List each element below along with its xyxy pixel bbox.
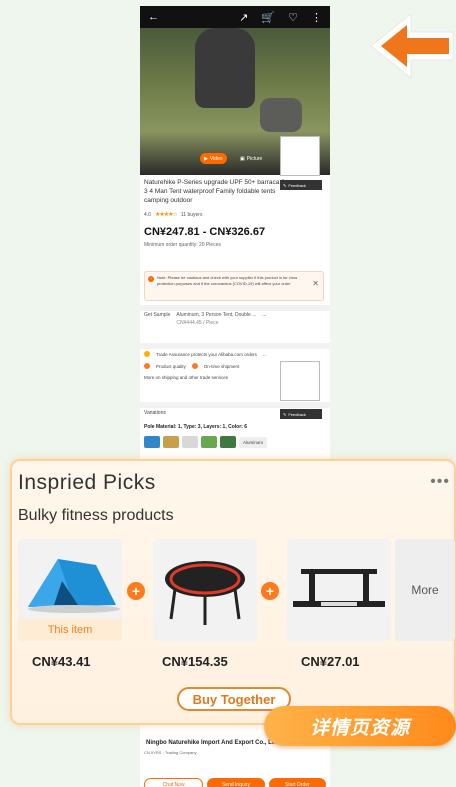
- picture-tab[interactable]: ▣ Picture: [236, 153, 266, 164]
- divider: [140, 402, 330, 408]
- variation-swatches: Aluminum: [144, 436, 326, 448]
- bottom-actions: Chat Now Send Inquiry Start Order: [144, 778, 326, 787]
- get-sample-row[interactable]: Get Sample Aluminum, 3 Person Tent, Doub…: [144, 312, 326, 326]
- rating-stars-icon: ★★★★☆: [154, 212, 178, 218]
- share-icon[interactable]: ↗: [239, 11, 248, 24]
- more-vertical-icon[interactable]: ⋮: [311, 11, 322, 24]
- plus-icon: +: [261, 582, 279, 600]
- more-picks[interactable]: More: [395, 539, 455, 641]
- quality-icon: [144, 363, 150, 369]
- video-tab-label: Video: [209, 155, 223, 162]
- shipment-icon: [191, 363, 198, 369]
- cart-icon[interactable]: 🛒: [261, 11, 275, 24]
- video-tab[interactable]: ▶ Video: [200, 153, 227, 164]
- chat-now-button[interactable]: Chat Now: [144, 778, 204, 787]
- product-photo-rock: [260, 98, 302, 132]
- product-quality-label: Product quality: [156, 363, 186, 369]
- variations-section[interactable]: Variations Pole Material: 1, Type: 3, La…: [144, 410, 326, 448]
- close-icon[interactable]: ✕: [312, 280, 319, 288]
- pole-material: Pole Material: 1, Type: 3, Layers: 1, Co…: [144, 424, 247, 430]
- tent-icon: [28, 559, 120, 613]
- top-bar: ← ↗ 🛒 ♡ ⋮: [140, 6, 330, 28]
- assurance-more-icon[interactable]: ...: [263, 352, 267, 357]
- supplier-meta: CN 5YRS · Trading Company: [144, 750, 197, 755]
- pick-card-pullup-bar[interactable]: [287, 539, 391, 641]
- variation-swatch[interactable]: [201, 436, 217, 448]
- rating-value: 4.0: [144, 211, 151, 218]
- trampoline-icon: [165, 561, 245, 625]
- on-time-label: On-time shipment: [203, 363, 240, 369]
- pick-card-trampoline[interactable]: [153, 539, 257, 641]
- pick-card-tent[interactable]: This item: [18, 539, 122, 641]
- plus-icon: +: [127, 582, 145, 600]
- divider: [140, 305, 330, 311]
- shipping-info[interactable]: More on shipping and other trade service…: [144, 375, 228, 380]
- pick-price: CN¥43.41: [32, 654, 91, 669]
- variations-label: Variations: [144, 410, 166, 416]
- notice-text: Note: Please be cautious and check with …: [157, 275, 298, 286]
- product-title: Naturehike P-Series upgrade UPF 50+ barr…: [144, 179, 285, 204]
- send-inquiry-button[interactable]: Send Inquiry: [207, 778, 265, 787]
- info-icon: !: [148, 276, 154, 282]
- variation-swatch[interactable]: [163, 436, 179, 448]
- picks-subtitle: Bulky fitness products: [18, 507, 174, 524]
- sample-more-icon[interactable]: ...: [262, 312, 266, 326]
- inspired-picks-panel: Inspried Picks ••• Bulky fitness product…: [10, 459, 456, 725]
- price-range: CN¥247.81 - CN¥326.67: [144, 226, 266, 238]
- product-photo-subject: [195, 28, 255, 108]
- variation-swatch[interactable]: [144, 436, 160, 448]
- variation-swatch[interactable]: [220, 436, 236, 448]
- detail-resource-badge: 详情页资源: [264, 706, 456, 746]
- floating-thumbnail[interactable]: [280, 136, 320, 176]
- pick-price: CN¥27.01: [301, 654, 360, 669]
- pointer-arrow-icon: [370, 12, 454, 80]
- pullup-bar-icon: [293, 569, 385, 607]
- sample-price: CN¥444.45 / Piece: [176, 320, 219, 326]
- picture-tab-label: Picture: [246, 155, 263, 162]
- rating-row[interactable]: 4.0 ★★★★☆ 11 buyers: [144, 211, 326, 219]
- this-item-label: This item: [18, 619, 122, 641]
- more-label: More: [411, 583, 439, 597]
- back-arrow-icon[interactable]: ←: [148, 11, 159, 23]
- divider: [140, 343, 330, 349]
- sample-value: Aluminum, 3 Person Tent, Double ...: [176, 312, 257, 318]
- get-sample-label: Get Sample: [144, 312, 171, 318]
- product-info: Naturehike P-Series upgrade UPF 50+ barr…: [144, 178, 326, 248]
- trade-assurance-title: Trade Assurance protects your Alibaba.co…: [156, 351, 257, 357]
- caution-notice: ! Note: Please be cautious and check wit…: [144, 271, 324, 301]
- min-order-quantity: Minimum order quantity: 20 Pieces: [144, 242, 221, 248]
- start-order-button[interactable]: Start Order: [268, 778, 326, 787]
- pick-price: CN¥154.35: [162, 654, 228, 669]
- variation-swatch[interactable]: [182, 436, 198, 448]
- picks-title: Inspried Picks: [18, 471, 156, 494]
- trade-assurance-icon: [144, 351, 150, 357]
- more-options-icon[interactable]: •••: [430, 473, 450, 491]
- favorite-heart-icon[interactable]: ♡: [288, 11, 298, 24]
- floating-thumbnail[interactable]: [280, 361, 320, 401]
- buyers-count: 11 buyers: [180, 211, 203, 218]
- variation-swatch-label[interactable]: Aluminum: [239, 436, 268, 448]
